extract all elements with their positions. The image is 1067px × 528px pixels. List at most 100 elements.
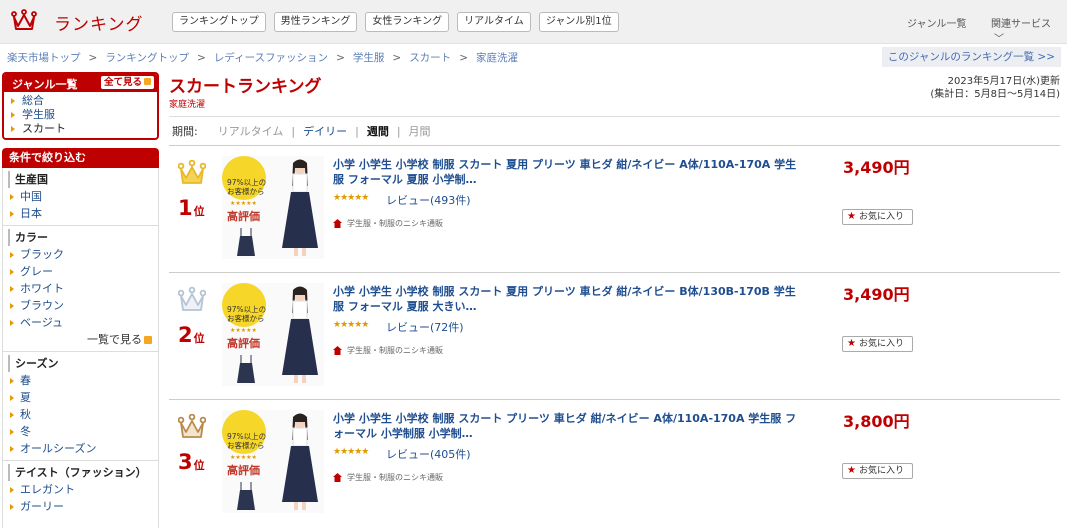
nav-ranking-top-button[interactable]: ランキングトップ xyxy=(172,12,266,32)
filter-item[interactable]: 夏 xyxy=(3,389,158,406)
genre-list-link[interactable]: ジャンル一覧 xyxy=(907,15,967,30)
review-count-link[interactable]: レビュー(493件) xyxy=(386,192,471,208)
shop-name: 学生服・制服のニシキ通販 xyxy=(347,219,443,228)
filter-section-season: シーズン 春 夏 秋 冬 オールシーズン xyxy=(3,352,158,461)
filter-item[interactable]: 日本 xyxy=(3,205,158,222)
shop-link[interactable]: 学生服・制服のニシキ通販 xyxy=(333,218,443,229)
ranking-item: 3位 97%以上の お客様から ★★★★★ 高評価 小学 小学生 小学校 制服 ス… xyxy=(169,399,1060,525)
genre-list: 総合 学生服 スカート xyxy=(4,92,157,138)
related-services-label: 関連サービス xyxy=(991,19,1051,30)
filter-section-taste: テイスト（ファッション） エレガント ガーリー xyxy=(3,461,158,518)
breadcrumb-item[interactable]: 学生服 xyxy=(353,50,385,65)
filter-item[interactable]: ホワイト xyxy=(3,280,158,297)
period-separator: | xyxy=(291,124,296,138)
nav-female-ranking-button[interactable]: 女性ランキング xyxy=(365,12,450,32)
product-name-link[interactable]: 小学 小学生 小学校 制服 スカート プリーツ 車ヒダ 紺/ネイビー A体/11… xyxy=(333,411,803,441)
filter-body: 生産国 中国 日本 カラー ブラック グレー ホワイト ブラウン ベージュ 一覧… xyxy=(2,168,159,528)
badge-line-1: 97%以上の xyxy=(227,305,267,314)
rank-suffix: 位 xyxy=(193,459,205,472)
review-count-link[interactable]: レビュー(405件) xyxy=(386,446,471,462)
view-list-label: 一覧で見る xyxy=(87,333,142,346)
filter-section-country: 生産国 中国 日本 xyxy=(3,168,158,226)
breadcrumb-item[interactable]: スカート xyxy=(409,50,451,65)
genre-item-uniform[interactable]: 学生服 xyxy=(4,108,157,122)
shop-link[interactable]: 学生服・制服のニシキ通販 xyxy=(333,472,443,483)
view-list-link[interactable]: 一覧で見る xyxy=(3,331,158,348)
star-icon: ★ xyxy=(847,211,856,222)
favorite-label: お気に入り xyxy=(858,212,904,222)
period-separator: | xyxy=(396,124,401,138)
tab-daily[interactable]: デイリー xyxy=(303,123,347,139)
crown-icon xyxy=(178,287,206,311)
period-range: (集計日：5月8日〜5月14日) xyxy=(930,89,1060,100)
badge-line-1: 97%以上の xyxy=(227,178,267,187)
genre-ranking-list-link[interactable]: このジャンルのランキング一覧 >> xyxy=(881,47,1061,67)
main-content: スカートランキング 家庭洗濯 2023年5月17日(水)更新 (集計日：5月8日… xyxy=(169,72,1060,513)
favorite-label: お気に入り xyxy=(858,339,904,349)
filter-item[interactable]: 冬 xyxy=(3,423,158,440)
rank-value: 3 xyxy=(178,450,193,474)
filter-item[interactable]: 春 xyxy=(3,372,158,389)
badge-high-rating: 高評価 xyxy=(227,464,260,477)
related-services-menu[interactable]: 関連サービス ﹀ xyxy=(991,15,1067,45)
ranking-item: 2位 97%以上の お客様から ★★★★★ 高評価 小学 小学生 小学校 制服 ス… xyxy=(169,272,1060,398)
rating-stars: ★★★★★ xyxy=(333,193,369,203)
favorite-button[interactable]: ★ お気に入り xyxy=(842,336,913,352)
filter-section-title: シーズン xyxy=(8,355,158,372)
breadcrumb-item[interactable]: 楽天市場トップ xyxy=(7,50,81,65)
breadcrumb-separator: > xyxy=(459,51,468,64)
filter-section-title: 生産国 xyxy=(8,171,158,188)
filter-item[interactable]: ブラック xyxy=(3,246,158,263)
shop-name: 学生服・制服のニシキ通販 xyxy=(347,473,443,482)
badge-high-rating: 高評価 xyxy=(227,210,260,223)
rank-suffix: 位 xyxy=(193,205,205,218)
favorite-button[interactable]: ★ お気に入り xyxy=(842,209,913,225)
tab-realtime[interactable]: リアルタイム xyxy=(218,123,284,139)
product-name-link[interactable]: 小学 小学生 小学校 制服 スカート 夏用 プリーツ 車ヒダ 紺/ネイビー B体… xyxy=(333,284,803,314)
filter-section-color: カラー ブラック グレー ホワイト ブラウン ベージュ 一覧で見る xyxy=(3,226,158,352)
product-image[interactable]: 97%以上の お客様から ★★★★★ 高評価 xyxy=(222,410,324,513)
breadcrumb-current: 家庭洗濯 xyxy=(476,52,518,64)
tab-weekly[interactable]: 週間 xyxy=(367,123,389,139)
filter-item[interactable]: 中国 xyxy=(3,188,158,205)
product-image[interactable]: 97%以上の お客様から ★★★★★ 高評価 xyxy=(222,283,324,386)
filter-item[interactable]: オールシーズン xyxy=(3,440,158,457)
shop-link[interactable]: 学生服・制服のニシキ通販 xyxy=(333,345,443,356)
arrow-square-icon xyxy=(144,78,151,85)
badge-line-2: お客様から xyxy=(227,441,265,450)
crown-logo-icon[interactable] xyxy=(11,9,37,33)
filter-item[interactable]: ブラウン xyxy=(3,297,158,314)
product-name-link[interactable]: 小学 小学生 小学校 制服 スカート 夏用 プリーツ 車ヒダ 紺/ネイビー A体… xyxy=(333,157,803,187)
filter-item[interactable]: エレガント xyxy=(3,481,158,498)
rating-stars: ★★★★★ xyxy=(333,320,369,330)
filter-item[interactable]: 秋 xyxy=(3,406,158,423)
nav-genre-top-button[interactable]: ジャンル別1位 xyxy=(538,12,619,32)
review-count-link[interactable]: レビュー(72件) xyxy=(386,319,464,335)
see-all-button[interactable]: 全て見る xyxy=(100,76,154,89)
breadcrumb-item[interactable]: ランキングトップ xyxy=(105,50,189,65)
genre-item-skirt[interactable]: スカート xyxy=(4,122,157,136)
filter-item[interactable]: ガーリー xyxy=(3,498,158,515)
filter-header: 条件で絞り込む xyxy=(2,148,159,168)
crown-icon xyxy=(178,414,206,438)
product-price: 3,490円 xyxy=(843,158,910,177)
shop-name: 学生服・制服のニシキ通販 xyxy=(347,346,443,355)
rating-stars: ★★★★★ xyxy=(333,447,369,457)
favorite-button[interactable]: ★ お気に入り xyxy=(842,463,913,479)
logo-text[interactable]: ランキング xyxy=(54,10,144,35)
genre-item-all[interactable]: 総合 xyxy=(4,94,157,108)
tab-monthly[interactable]: 月間 xyxy=(409,123,431,139)
filter-item[interactable]: グレー xyxy=(3,263,158,280)
breadcrumb-separator: > xyxy=(392,51,402,64)
arrow-square-icon xyxy=(144,336,152,344)
genre-box-header: ジャンル一覧 全て見る xyxy=(4,74,157,92)
badge-stars: ★★★★★ xyxy=(230,454,257,461)
breadcrumb-item[interactable]: レディースファッション xyxy=(214,50,328,65)
filter-item[interactable]: ベージュ xyxy=(3,314,158,331)
product-image[interactable]: 97%以上の お客様から ★★★★★ 高評価 xyxy=(222,156,324,259)
nav-realtime-button[interactable]: リアルタイム xyxy=(457,12,531,32)
star-icon: ★ xyxy=(847,465,856,476)
chevron-down-icon: ﹀ xyxy=(994,34,1004,45)
nav-male-ranking-button[interactable]: 男性ランキング xyxy=(273,12,358,32)
shop-home-icon xyxy=(333,219,342,228)
